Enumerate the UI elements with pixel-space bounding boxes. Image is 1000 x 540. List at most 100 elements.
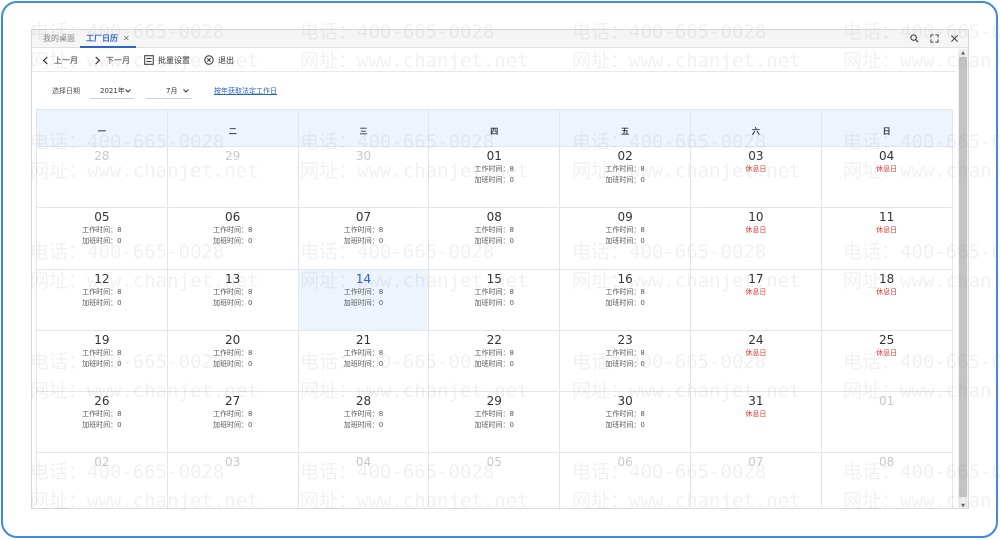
- overtime-value: 0: [640, 176, 645, 184]
- day-cell[interactable]: 05: [429, 453, 561, 508]
- prev-month-button[interactable]: 上一月: [40, 55, 78, 66]
- day-cell[interactable]: 08 工作时间：8 加班时间：0: [429, 208, 561, 270]
- overtime-text: 加班时间：0: [344, 359, 383, 370]
- day-cell[interactable]: 29: [167, 147, 299, 209]
- work-time-value: 8: [509, 226, 515, 235]
- day-cell[interactable]: 23 工作时间：8 加班时间：0: [560, 330, 691, 393]
- day-number: 27: [225, 394, 241, 409]
- day-number: 01: [486, 149, 502, 163]
- work-time-text: 工作时间：8: [475, 164, 514, 175]
- day-cell[interactable]: 08: [822, 453, 953, 508]
- day-cell[interactable]: 16 工作时间：8 加班时间：0: [560, 269, 691, 331]
- work-time-label: 工作时间：: [343, 226, 379, 235]
- day-cell[interactable]: 05 工作时间：8 加班时间：0: [37, 208, 168, 270]
- day-cell[interactable]: 01 工作时间：8 加班时间：0: [429, 147, 561, 209]
- day-cell[interactable]: 20 工作时间：8 加班时间：0: [167, 330, 299, 393]
- weekday-sun: 日: [821, 110, 953, 147]
- day-cell[interactable]: 21 工作时间：8 加班时间：0: [298, 330, 430, 393]
- scroll-thumb[interactable]: [959, 57, 967, 497]
- year-select[interactable]: 2021年: [90, 83, 134, 99]
- batch-settings-button[interactable]: 批量设置: [144, 55, 190, 66]
- select-date-label: 选择日期: [52, 87, 80, 95]
- overtime-text: 加班时间：0: [475, 359, 514, 370]
- day-cell[interactable]: 11 休息日: [821, 208, 953, 270]
- day-cell[interactable]: 02: [37, 453, 168, 508]
- day-cell[interactable]: 09 工作时间：8 加班时间：0: [560, 208, 691, 270]
- day-cell[interactable]: 02 工作时间：8 加班时间：0: [560, 147, 691, 209]
- day-cell[interactable]: 15 工作时间：8 加班时间：0: [429, 269, 561, 331]
- close-window-icon[interactable]: [948, 32, 960, 44]
- day-number: 29: [225, 149, 241, 163]
- exit-circle-icon: [204, 55, 214, 65]
- overtime-text: 加班时间：0: [82, 420, 121, 431]
- day-cell[interactable]: 19 工作时间：8 加班时间：0: [37, 330, 168, 393]
- day-cell[interactable]: 29 工作时间：8 加班时间：0: [429, 392, 561, 454]
- day-cell[interactable]: 14 工作时间：8 加班时间：0: [298, 269, 430, 331]
- vertical-scrollbar[interactable]: ▲ ▼: [958, 49, 968, 508]
- exit-label: 退出: [218, 55, 234, 65]
- scroll-up-icon[interactable]: ▲: [959, 49, 967, 57]
- overtime-label: 加班时间：: [212, 298, 248, 307]
- work-time-value: 8: [378, 226, 384, 235]
- day-cell[interactable]: 01: [821, 392, 953, 454]
- day-cell[interactable]: 24 休息日: [690, 330, 822, 393]
- day-cell[interactable]: 04 休息日: [821, 147, 953, 209]
- overtime-label: 加班时间：: [474, 176, 510, 184]
- work-time-text: 工作时间：8: [605, 164, 644, 175]
- day-cell[interactable]: 31 休息日: [690, 392, 822, 454]
- day-cell[interactable]: 06 工作时间：8 加班时间：0: [167, 208, 299, 270]
- day-cell[interactable]: 13 工作时间：8 加班时间：0: [167, 269, 299, 331]
- work-time-value: 8: [378, 348, 384, 357]
- day-grid: 28 29 30 01 工作时间：8 加班时间：0 02 工作时间：8 加班时间：0 03 休息日 0…: [37, 147, 953, 508]
- exit-button[interactable]: 退出: [204, 55, 234, 66]
- day-number: 22: [486, 332, 502, 347]
- tab-bar: 我的桌面 工厂日历 ✕: [32, 30, 968, 48]
- work-time-label: 工作时间：: [474, 287, 510, 296]
- next-month-button[interactable]: 下一月: [92, 55, 130, 66]
- day-cell[interactable]: 03: [168, 453, 299, 508]
- day-cell[interactable]: 03 休息日: [690, 147, 822, 209]
- day-cell[interactable]: 04: [299, 453, 430, 508]
- day-cell[interactable]: 07: [691, 453, 822, 508]
- overtime-label: 加班时间：: [82, 237, 118, 246]
- overtime-text: 加班时间：0: [82, 359, 121, 370]
- overtime-label: 加班时间：: [605, 298, 641, 307]
- overtime-value: 0: [640, 237, 645, 246]
- day-cell[interactable]: 18 休息日: [821, 269, 953, 331]
- scroll-down-icon[interactable]: ▼: [959, 502, 967, 508]
- overtime-text: 加班时间：0: [82, 298, 121, 309]
- work-time-text: 工作时间：8: [605, 409, 644, 420]
- close-tab-icon[interactable]: ✕: [123, 34, 130, 43]
- day-cell[interactable]: 07 工作时间：8 加班时间：0: [298, 208, 430, 270]
- day-cell[interactable]: 10 休息日: [690, 208, 822, 270]
- day-cell[interactable]: 25 休息日: [821, 330, 953, 393]
- tab-factory-calendar-label: 工厂日历: [86, 34, 118, 43]
- day-cell[interactable]: 17 休息日: [690, 269, 822, 331]
- day-cell[interactable]: 28: [37, 147, 168, 209]
- work-time-value: 8: [247, 287, 253, 296]
- rest-day-label: 休息日: [876, 226, 898, 235]
- day-cell[interactable]: 26 工作时间：8 加班时间：0: [37, 392, 168, 454]
- day-cell[interactable]: 28 工作时间：8 加班时间：0: [298, 392, 430, 454]
- work-time-label: 工作时间：: [343, 348, 379, 357]
- get-legal-workdays-link[interactable]: 按年获取法定工作日: [214, 86, 277, 96]
- month-select[interactable]: 7月: [146, 83, 192, 99]
- day-cell[interactable]: 30 工作时间：8 加班时间：0: [560, 392, 691, 454]
- day-cell[interactable]: 06: [560, 453, 691, 508]
- overtime-text: 加班时间：0: [475, 298, 514, 309]
- work-time-label: 工作时间：: [82, 287, 118, 296]
- search-icon[interactable]: [908, 32, 920, 44]
- day-cell[interactable]: 27 工作时间：8 加班时间：0: [167, 392, 299, 454]
- work-time-text: 工作时间：8: [344, 409, 383, 420]
- work-time-value: 8: [509, 165, 515, 173]
- day-cell[interactable]: 22 工作时间：8 加班时间：0: [429, 330, 561, 393]
- day-cell[interactable]: 30: [298, 147, 430, 209]
- day-cell[interactable]: 12 工作时间：8 加班时间：0: [37, 269, 168, 331]
- overtime-text: 加班时间：0: [605, 175, 644, 186]
- fullscreen-icon[interactable]: [928, 32, 940, 44]
- work-time-value: 8: [509, 348, 515, 357]
- year-select-value: 2021年: [100, 86, 125, 95]
- overtime-text: 加班时间：0: [344, 298, 383, 309]
- tab-factory-calendar[interactable]: 工厂日历 ✕: [80, 31, 136, 48]
- tab-my-desktop[interactable]: 我的桌面: [37, 31, 81, 48]
